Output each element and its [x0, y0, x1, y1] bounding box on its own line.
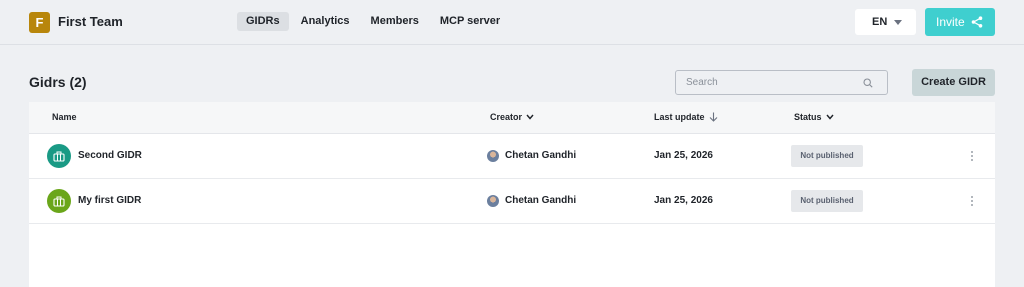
- create-gidr-button[interactable]: Create GIDR: [912, 69, 995, 96]
- gidr-name[interactable]: Second GIDR: [78, 150, 142, 161]
- invite-label: Invite: [936, 15, 965, 29]
- last-update-date: Jan 25, 2026: [654, 195, 713, 206]
- column-name-label: Name: [52, 112, 77, 122]
- chevron-down-icon: [825, 114, 834, 120]
- creator-avatar: [487, 150, 499, 162]
- share-icon: [971, 16, 983, 28]
- column-header-creator[interactable]: Creator: [490, 112, 534, 122]
- briefcase-icon: [47, 144, 71, 168]
- column-status-label: Status: [794, 112, 822, 122]
- top-bar: F First Team GIDRs Analytics Members MCP…: [0, 0, 1024, 45]
- team-name[interactable]: First Team: [58, 14, 123, 29]
- nav-tab-members[interactable]: Members: [362, 12, 428, 31]
- column-header-status[interactable]: Status: [794, 112, 834, 122]
- column-header-name: Name: [52, 112, 77, 122]
- page-title: Gidrs (2): [29, 74, 87, 90]
- nav-tab-gidrs[interactable]: GIDRs: [237, 12, 289, 31]
- team-avatar[interactable]: F: [29, 12, 50, 33]
- more-options-icon[interactable]: [969, 149, 975, 163]
- arrow-down-icon: [709, 112, 717, 122]
- main-nav: GIDRs Analytics Members MCP server: [237, 12, 512, 31]
- table-row[interactable]: My first GIDR Chetan Gandhi Jan 25, 2026…: [29, 179, 995, 224]
- creator-avatar: [487, 195, 499, 207]
- table-row[interactable]: Second GIDR Chetan Gandhi Jan 25, 2026 N…: [29, 134, 995, 179]
- invite-button[interactable]: Invite: [925, 8, 995, 36]
- creator-name: Chetan Gandhi: [505, 150, 577, 161]
- nav-tab-analytics[interactable]: Analytics: [292, 12, 359, 31]
- gidr-name[interactable]: My first GIDR: [78, 195, 141, 206]
- column-last-update-label: Last update: [654, 112, 705, 122]
- column-header-last-update[interactable]: Last update: [654, 112, 718, 122]
- search-box: [675, 70, 888, 95]
- more-options-icon[interactable]: [969, 194, 975, 208]
- chevron-down-icon: [526, 114, 534, 120]
- gidrs-table: Name Creator Last update Status Second G…: [29, 102, 995, 287]
- nav-tab-mcp-server[interactable]: MCP server: [431, 12, 509, 31]
- search-icon[interactable]: [863, 78, 873, 88]
- language-select[interactable]: EN: [855, 9, 916, 35]
- caret-down-icon: [894, 20, 902, 25]
- column-creator-label: Creator: [490, 112, 523, 122]
- table-header: Name Creator Last update Status: [29, 102, 995, 134]
- briefcase-icon: [47, 189, 71, 213]
- status-badge: Not published: [791, 145, 863, 167]
- last-update-date: Jan 25, 2026: [654, 150, 713, 161]
- search-input[interactable]: [676, 71, 856, 94]
- status-badge: Not published: [791, 190, 863, 212]
- creator-name: Chetan Gandhi: [505, 195, 577, 206]
- language-label: EN: [872, 16, 888, 28]
